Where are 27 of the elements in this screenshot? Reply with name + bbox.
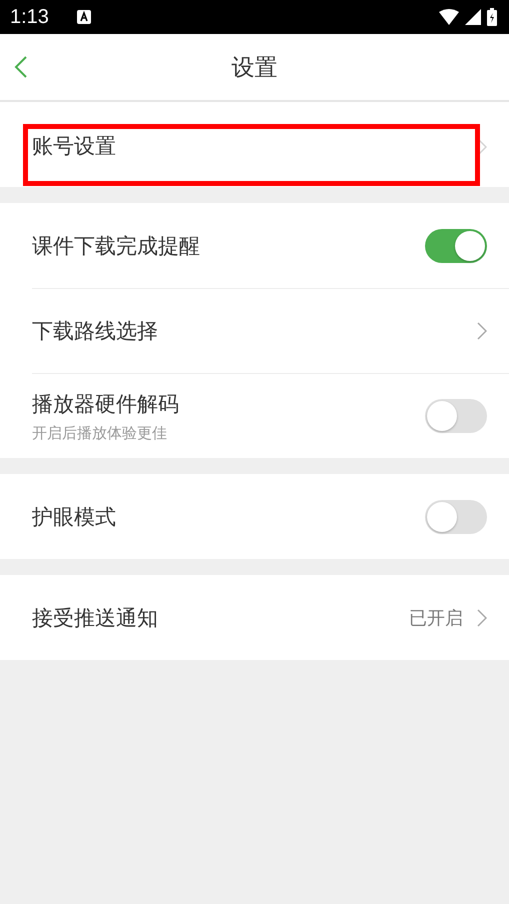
setting-label: 下载路线选择	[32, 318, 159, 345]
toggle-switch[interactable]	[425, 500, 487, 534]
settings-row[interactable]: 下载路线选择	[32, 288, 509, 373]
chevron-right-icon	[477, 608, 487, 626]
chevron-right-icon	[477, 322, 487, 340]
setting-label: 账号设置	[32, 133, 117, 160]
setting-label: 课件下载完成提醒	[32, 232, 201, 260]
wifi-icon	[439, 9, 459, 25]
settings-row[interactable]: 课件下载完成提醒	[32, 203, 509, 288]
settings-row[interactable]: 账号设置	[32, 102, 509, 187]
settings-row[interactable]: 护眼模式	[32, 474, 509, 559]
toggle-switch[interactable]	[425, 399, 487, 433]
chevron-right-icon	[477, 138, 487, 156]
battery-icon	[487, 8, 497, 26]
notification-icon	[76, 10, 91, 24]
page-title: 设置	[230, 54, 278, 82]
setting-value: 已开启	[409, 606, 463, 630]
back-icon[interactable]	[14, 55, 28, 79]
status-time: 1:13	[10, 6, 49, 28]
toggle-switch[interactable]	[425, 228, 487, 262]
setting-label: 护眼模式	[32, 504, 117, 530]
signal-icon	[465, 9, 481, 25]
setting-label: 接受推送通知	[32, 604, 159, 632]
settings-row[interactable]: 播放器硬件解码 开启后播放体验更佳	[32, 373, 509, 458]
settings-row[interactable]: 接受推送通知 已开启	[32, 575, 509, 660]
setting-label: 播放器硬件解码	[32, 390, 180, 418]
setting-hint: 开启后播放体验更佳	[32, 424, 168, 442]
